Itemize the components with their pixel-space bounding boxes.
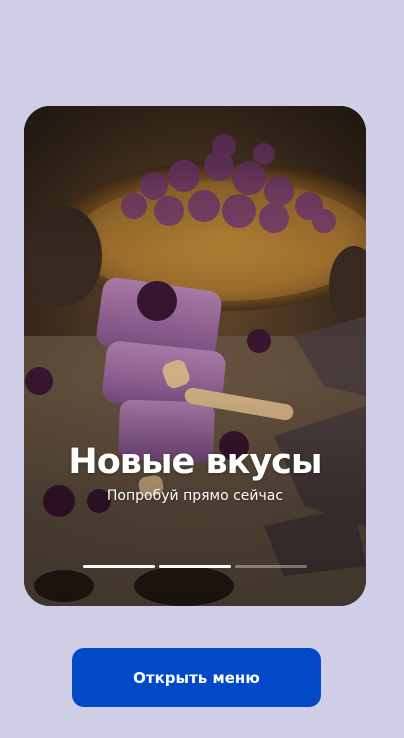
story-progress-segment (235, 565, 307, 568)
story-progress-fill (83, 565, 155, 568)
story-progress-fill (159, 565, 231, 568)
story-title: Новые вкусы (68, 442, 322, 482)
story-card[interactable]: Новые вкусы Попробуй прямо сейчас (24, 106, 366, 606)
story-progress-bar (83, 565, 307, 568)
story-progress-segment (159, 565, 231, 568)
story-subtitle: Попробуй прямо сейчас (106, 488, 284, 504)
open-menu-button[interactable]: Открыть меню (72, 648, 321, 707)
story-progress-segment (83, 565, 155, 568)
story-gradient-overlay (24, 106, 366, 606)
